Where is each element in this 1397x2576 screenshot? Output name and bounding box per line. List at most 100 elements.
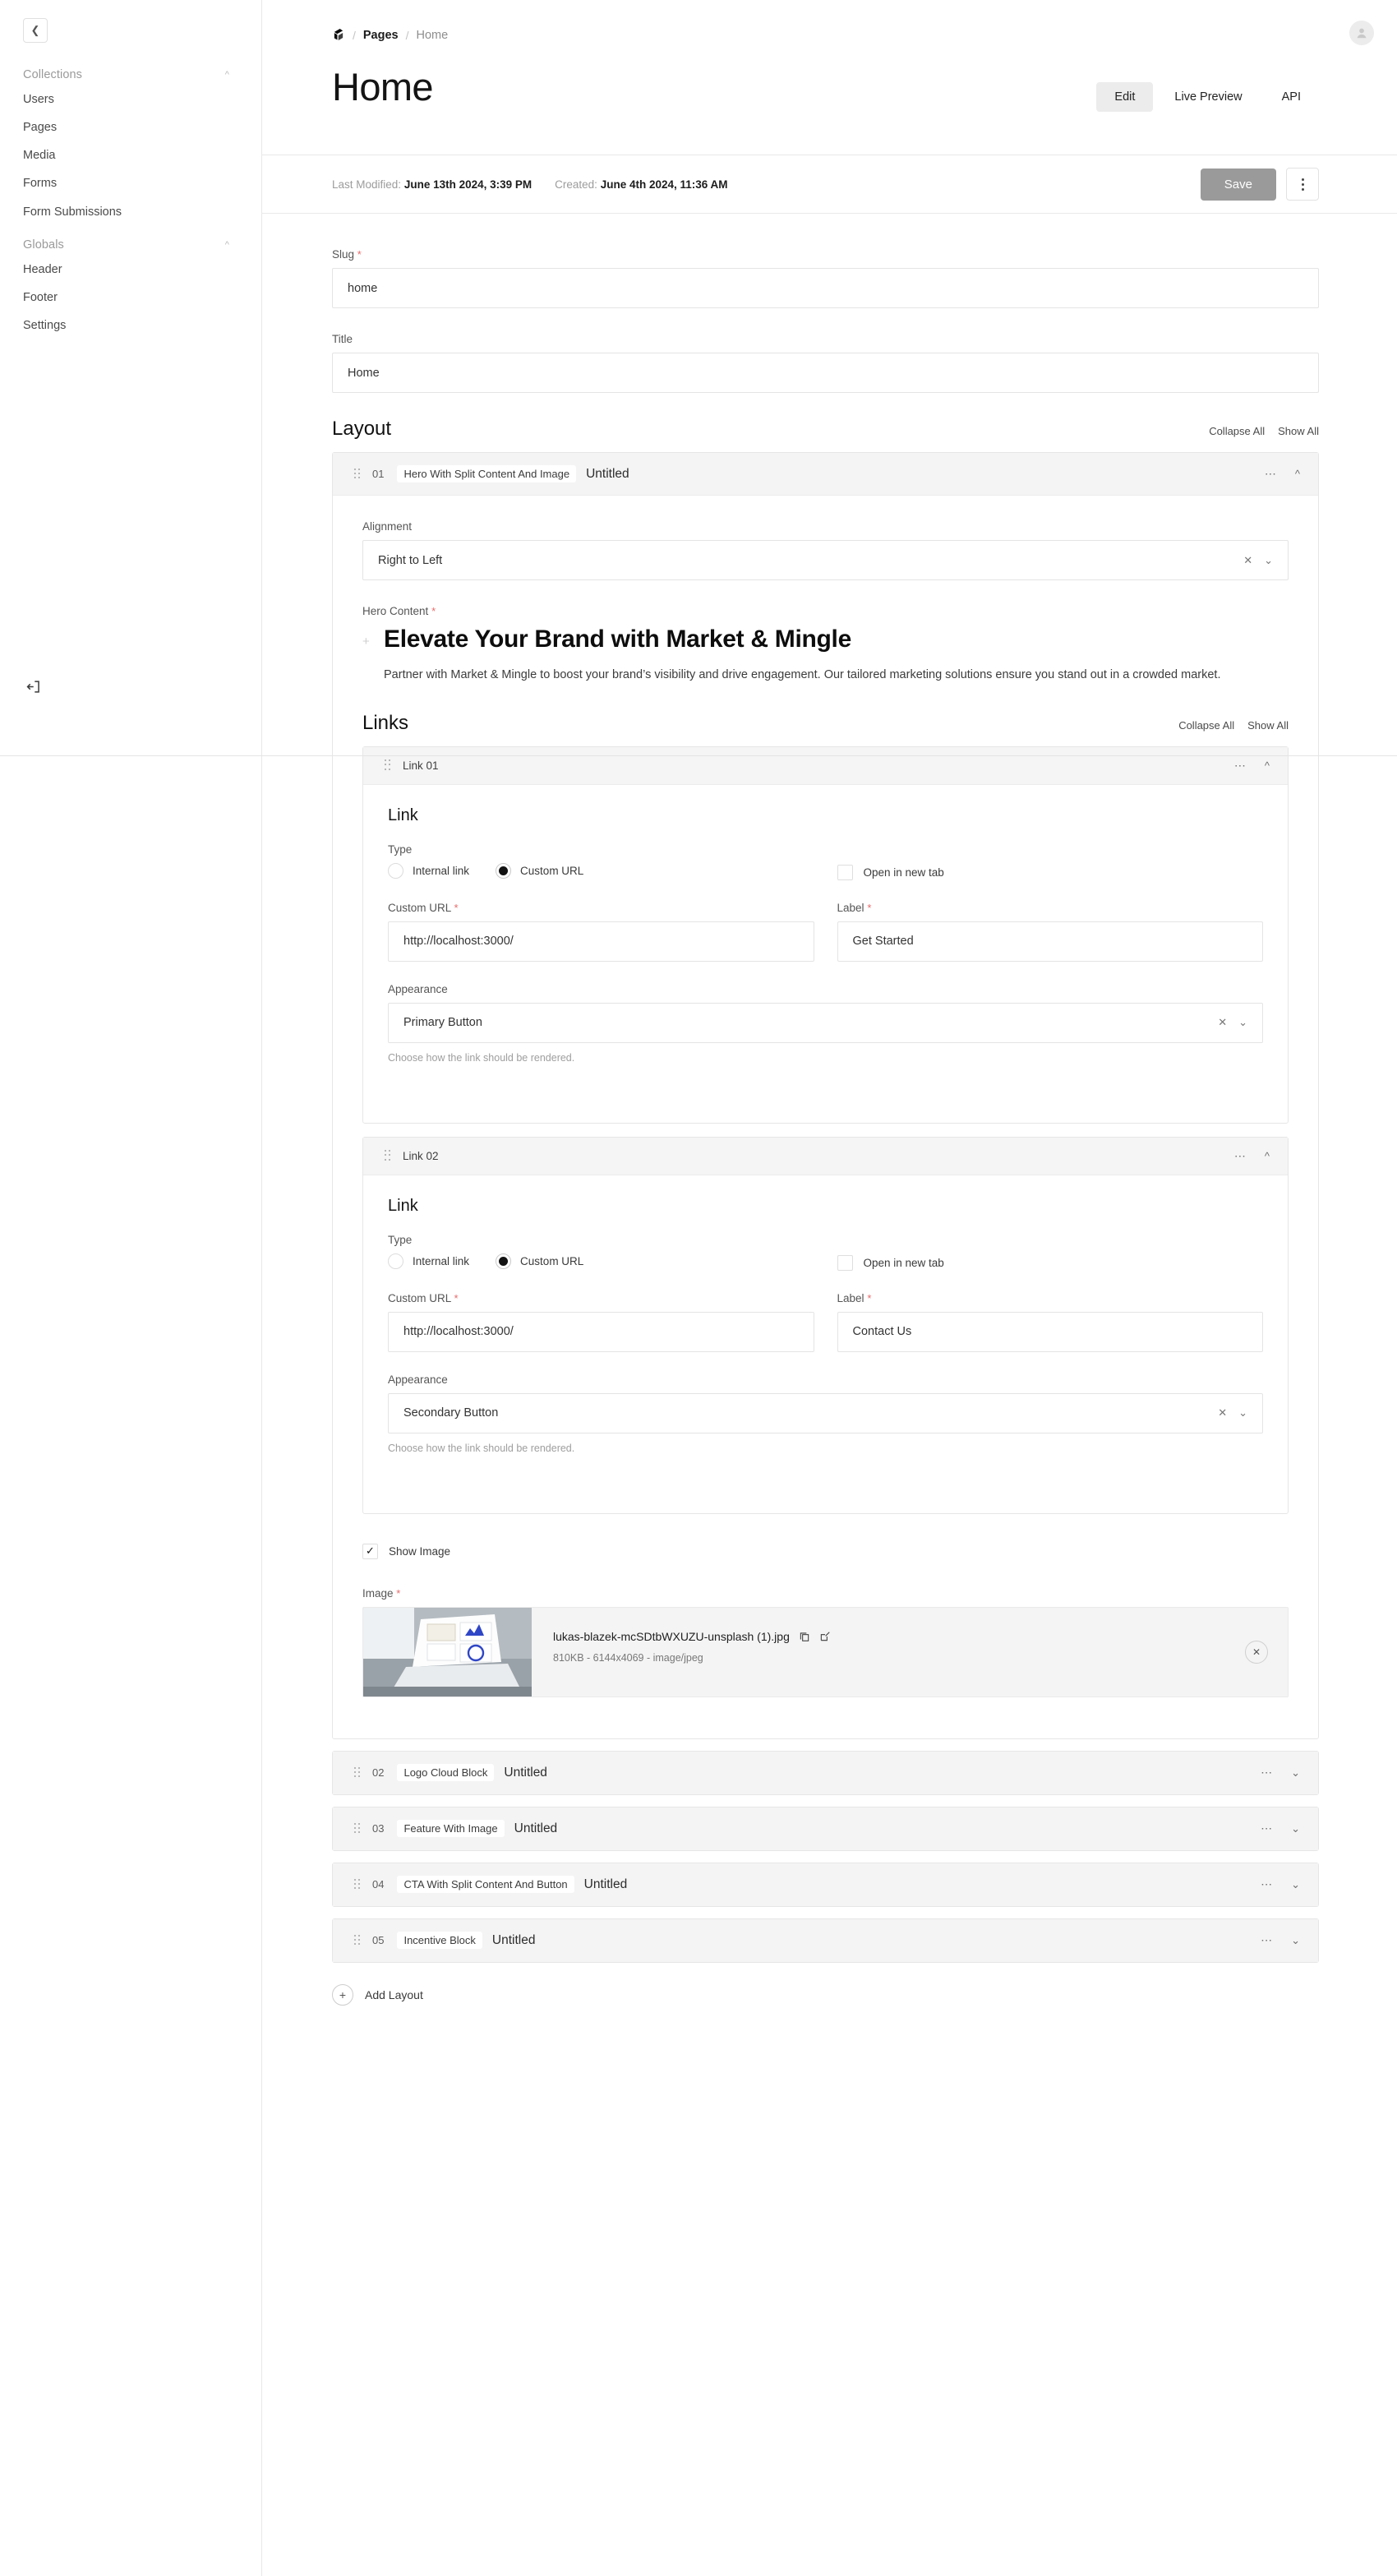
drag-handle-icon[interactable] <box>385 759 391 771</box>
custom-url-input[interactable] <box>388 1311 814 1352</box>
link-row-label: Link 02 <box>403 1149 439 1162</box>
slug-input[interactable] <box>332 268 1319 308</box>
more-horizontal-icon[interactable]: ⋯ <box>1234 1149 1247 1163</box>
radio-internal-link[interactable]: Internal link <box>388 1253 469 1269</box>
checkbox-open-in-new-tab[interactable]: Open in new tab <box>837 1254 1264 1271</box>
link-item-01: Link 01 ⋯ ^ Link Type Internal link Cust… <box>362 746 1289 1124</box>
more-horizontal-icon[interactable]: ⋯ <box>1261 1877 1273 1891</box>
block-header-actions: ⋯ ⌄ <box>1261 1821 1300 1835</box>
layout-block-header[interactable]: 01 Hero With Split Content And Image Unt… <box>333 453 1318 496</box>
tab-edit[interactable]: Edit <box>1096 82 1154 112</box>
chevron-down-icon[interactable]: ⌄ <box>1238 1016 1247 1029</box>
more-horizontal-icon[interactable]: ⋯ <box>1261 1933 1273 1947</box>
more-horizontal-icon[interactable]: ⋯ <box>1261 1821 1273 1835</box>
hero-content-label-text: Hero Content <box>362 605 429 617</box>
add-block-plus-icon[interactable]: + <box>362 635 370 649</box>
alignment-label: Alignment <box>362 520 413 533</box>
chevron-up-icon[interactable]: ^ <box>1295 468 1300 480</box>
chevron-down-icon[interactable]: ⌄ <box>1291 1766 1300 1780</box>
clear-x-icon[interactable]: ✕ <box>1218 1406 1227 1420</box>
chevron-down-icon[interactable]: ⌄ <box>1291 1934 1300 1947</box>
required-asterisk: * <box>867 1291 872 1304</box>
checkbox-show-image[interactable]: ✓ Show Image <box>362 1543 1289 1559</box>
link-label-input[interactable] <box>837 921 1263 962</box>
richtext-paragraph[interactable]: Partner with Market & Mingle to boost yo… <box>384 666 1289 684</box>
chevron-up-icon[interactable]: ^ <box>1265 1150 1270 1162</box>
sidebar-item-footer[interactable]: Footer <box>0 284 262 312</box>
sidebar-item-header[interactable]: Header <box>0 256 262 284</box>
drag-handle-icon[interactable] <box>354 1822 361 1835</box>
logout-button[interactable] <box>23 676 44 697</box>
layout-block-header[interactable]: 04 CTA With Split Content And Button Unt… <box>333 1863 1318 1906</box>
clear-x-icon[interactable]: ✕ <box>1243 554 1252 567</box>
sidebar-item-media[interactable]: Media <box>0 141 262 169</box>
avatar[interactable] <box>1349 21 1374 45</box>
chevron-up-icon[interactable]: ^ <box>1265 759 1270 772</box>
edit-icon[interactable] <box>819 1631 831 1642</box>
drag-handle-icon[interactable] <box>354 1878 361 1890</box>
sidebar-collapse-button[interactable]: ❮ <box>23 18 48 43</box>
layout-block-header[interactable]: 03 Feature With Image Untitled ⋯ ⌄ <box>333 1807 1318 1850</box>
sidebar-item-pages[interactable]: Pages <box>0 113 262 141</box>
checkbox-open-in-new-tab[interactable]: Open in new tab <box>837 864 1264 880</box>
sidebar-item-forms[interactable]: Forms <box>0 169 262 197</box>
remove-image-button[interactable]: ✕ <box>1245 1640 1268 1664</box>
user-avatar-icon <box>1357 28 1367 39</box>
block-type-label: CTA With Split Content And Button <box>397 1876 574 1894</box>
document-tabs: Edit Live Preview API <box>1096 82 1319 112</box>
alignment-select[interactable]: Right to Left ✕ ⌄ <box>362 540 1289 580</box>
tab-api[interactable]: API <box>1264 82 1319 112</box>
radio-custom-url[interactable]: Custom URL <box>496 862 583 879</box>
layout-block-header[interactable]: 02 Logo Cloud Block Untitled ⋯ ⌄ <box>333 1751 1318 1794</box>
laptop-photo-thumbnail <box>363 1607 532 1697</box>
custom-url-input[interactable] <box>388 921 814 962</box>
sidebar-item-users[interactable]: Users <box>0 85 262 113</box>
link-item-header[interactable]: Link 01 ⋯ ^ <box>363 746 1288 785</box>
richtext-heading[interactable]: Elevate Your Brand with Market & Mingle <box>384 625 1289 655</box>
layout-block-header[interactable]: 05 Incentive Block Untitled ⋯ ⌄ <box>333 1918 1318 1962</box>
sidebar-item-settings[interactable]: Settings <box>0 312 262 339</box>
layout-show-all-button[interactable]: Show All <box>1278 425 1319 437</box>
drag-handle-icon[interactable] <box>385 1150 391 1161</box>
chevron-down-icon[interactable]: ⌄ <box>1238 1406 1247 1420</box>
clear-x-icon[interactable]: ✕ <box>1218 1016 1227 1029</box>
sidebar-nav: Collections ^ Users Pages Media Forms Fo… <box>0 64 262 339</box>
block-title: Untitled <box>514 1821 558 1835</box>
radio-custom-url[interactable]: Custom URL <box>496 1253 583 1269</box>
layout-section-actions: Collapse All Show All <box>1209 425 1319 437</box>
chevron-down-icon[interactable]: ⌄ <box>1291 1822 1300 1835</box>
appearance-select[interactable]: Secondary Button ✕ ⌄ <box>388 1392 1263 1433</box>
sidebar-item-form-submissions[interactable]: Form Submissions <box>0 198 262 226</box>
drag-handle-icon[interactable] <box>354 1934 361 1946</box>
field-image: Image * lukas-blazek-mcSDtbWXUZU-unsplas… <box>362 1587 1289 1697</box>
drag-handle-icon[interactable] <box>354 1766 361 1779</box>
image-thumbnail[interactable] <box>363 1607 532 1697</box>
links-show-all-button[interactable]: Show All <box>1247 719 1289 732</box>
links-collapse-all-button[interactable]: Collapse All <box>1178 719 1234 732</box>
title-input[interactable] <box>332 353 1319 393</box>
breadcrumb-collection-link[interactable]: Pages <box>363 29 399 42</box>
appearance-select[interactable]: Primary Button ✕ ⌄ <box>388 1002 1263 1043</box>
image-label-text: Image <box>362 1586 394 1600</box>
copy-icon[interactable] <box>799 1631 810 1642</box>
more-horizontal-icon[interactable]: ⋯ <box>1261 1766 1273 1780</box>
sidebar-item-label: Pages <box>23 121 58 135</box>
radio-internal-link[interactable]: Internal link <box>388 862 469 879</box>
add-layout-button[interactable]: + Add Layout <box>332 1983 1319 2006</box>
more-horizontal-icon[interactable]: ⋯ <box>1234 759 1247 773</box>
more-horizontal-icon[interactable]: ⋯ <box>1265 467 1277 481</box>
payload-logo-icon[interactable] <box>332 28 345 43</box>
chevron-down-icon[interactable]: ⌄ <box>1291 1878 1300 1891</box>
tab-live-preview[interactable]: Live Preview <box>1156 82 1260 112</box>
created: Created: June 4th 2024, 11:36 AM <box>555 178 727 191</box>
link-item-header[interactable]: Link 02 ⋯ ^ <box>363 1137 1288 1175</box>
save-button[interactable]: Save <box>1200 168 1276 201</box>
chevron-down-icon[interactable]: ⌄ <box>1264 554 1273 567</box>
layout-collapse-all-button[interactable]: Collapse All <box>1209 425 1265 437</box>
drag-handle-icon[interactable] <box>354 468 361 480</box>
hero-content-richtext-editor[interactable]: + Elevate Your Brand with Market & Mingl… <box>362 625 1289 684</box>
sidebar-group-globals[interactable]: Globals ^ <box>0 234 262 256</box>
more-actions-button[interactable] <box>1286 168 1319 201</box>
sidebar-group-collections[interactable]: Collections ^ <box>0 64 262 85</box>
link-label-input[interactable] <box>837 1311 1263 1352</box>
